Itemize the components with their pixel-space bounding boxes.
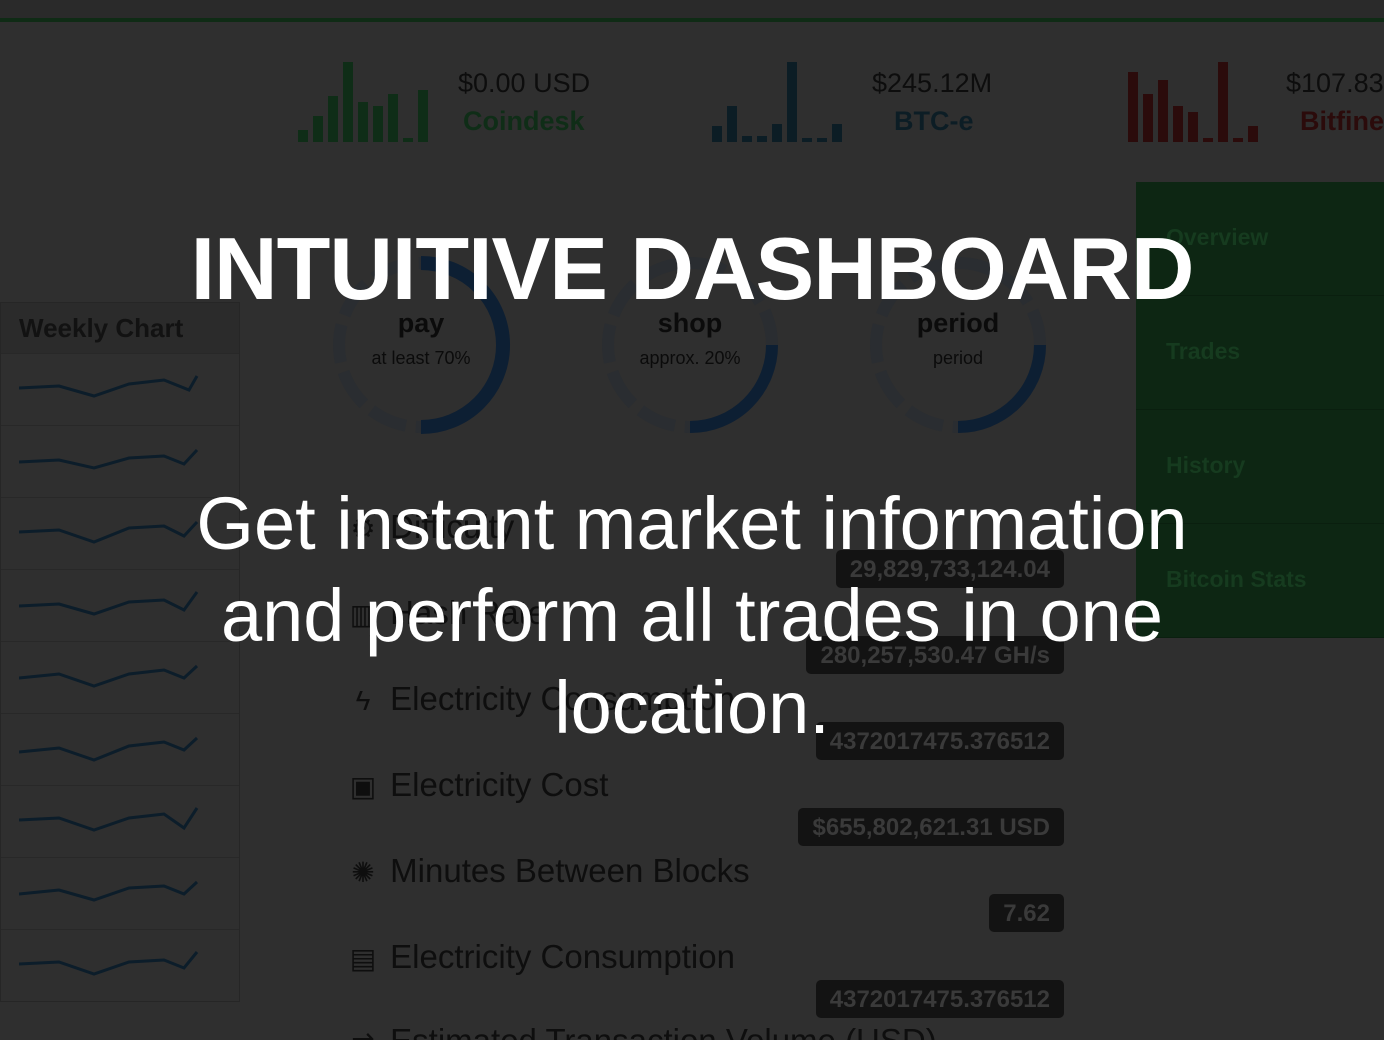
top-bar [0, 0, 1384, 22]
stat-label: Electricity Consumption [390, 938, 735, 975]
overlay-headline: INTUITIVE DASHBOARD [190, 219, 1195, 318]
sparkline [19, 880, 199, 902]
ticker-btce[interactable]: $245.12M BTC-e [712, 56, 1032, 156]
stat-value-badge: 7.62 [989, 894, 1064, 932]
sparkline-row [1, 785, 239, 857]
ticker-price: $107.83 [1286, 68, 1384, 98]
ticker-exchange: Bitfine [1300, 106, 1384, 136]
donut-subtitle: at least 70% [371, 348, 471, 368]
sparkline-row [1, 857, 239, 929]
sparkline [19, 807, 199, 832]
transfer-icon: ⇄ [345, 1026, 381, 1040]
stat-minutes-between-blocks: ✺ Minutes Between Blocks [345, 852, 750, 890]
stat-value-badge: $655,802,621.31 USD [798, 808, 1064, 846]
ticker-price: $245.12M [872, 68, 993, 98]
ticker-exchange: Coindesk [463, 106, 585, 136]
stat-value-badge: 4372017475.376512 [815, 980, 1064, 1018]
mini-bar-chart [298, 56, 438, 142]
sparkline-row [1, 929, 239, 1001]
stat-label: Electricity Cost [390, 766, 609, 803]
save-icon: ▤ [349, 943, 377, 974]
stat-label: Estimated Transaction Volume (USD) [390, 1022, 937, 1040]
ticker-bitfinex[interactable]: $107.83 Bitfine [1128, 56, 1384, 156]
stat-electricity-cost: ▣ Electricity Cost [345, 766, 609, 804]
overlay-subheadline: Get instant market information and perfo… [196, 482, 1188, 749]
ticker-price: $0.00 USD [458, 68, 591, 98]
spinner-icon: ✺ [351, 857, 375, 888]
stat-electricity-consumption-2: ▤ Electricity Consumption [345, 938, 735, 976]
sparkline [19, 375, 199, 398]
stat-label: Minutes Between Blocks [390, 852, 750, 889]
stat-transaction-volume: ⇄ Estimated Transaction Volume (USD) [345, 1022, 937, 1040]
mini-bar-chart [1128, 56, 1268, 142]
ticker-exchange: BTC-e [894, 106, 974, 136]
ticker-coindesk[interactable]: $0.00 USD Coindesk [298, 56, 618, 156]
donut-subtitle: approx. 20% [639, 348, 741, 368]
money-icon: ▣ [349, 771, 377, 802]
sparkline-row [1, 353, 239, 425]
mini-bar-chart [712, 56, 852, 142]
sparkline [19, 448, 199, 470]
donut-subtitle: period [932, 348, 984, 368]
sparkline [19, 951, 199, 976]
